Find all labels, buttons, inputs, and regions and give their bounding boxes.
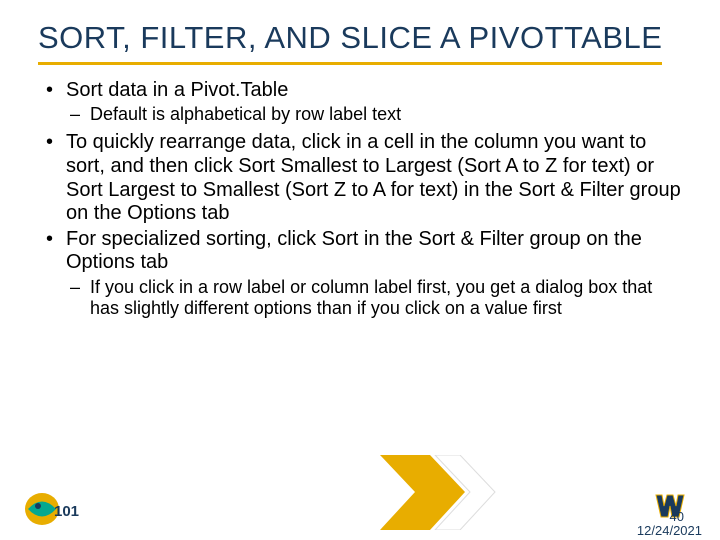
slide-title: SORT, FILTER, AND SLICE A PIVOTTABLE: [38, 20, 662, 65]
bullet-l1: Sort data in a Pivot.Table: [38, 79, 682, 103]
course-logo-icon: 101: [24, 490, 82, 528]
chevron-decoration-icon: [380, 455, 500, 530]
slide-body: Sort data in a Pivot.Table Default is al…: [38, 79, 682, 320]
svg-text:101: 101: [54, 503, 79, 520]
bullet-l2: Default is alphabetical by row label tex…: [38, 104, 682, 125]
page-number: 40: [670, 509, 684, 524]
bullet-l1: To quickly rearrange data, click in a ce…: [38, 131, 682, 225]
bullet-l2: If you click in a row label or column la…: [38, 277, 682, 319]
slide-footer: 101 40 12/24/2021: [0, 478, 720, 540]
bullet-l1: For specialized sorting, click Sort in t…: [38, 228, 682, 275]
slide-date: 12/24/2021: [637, 523, 702, 538]
